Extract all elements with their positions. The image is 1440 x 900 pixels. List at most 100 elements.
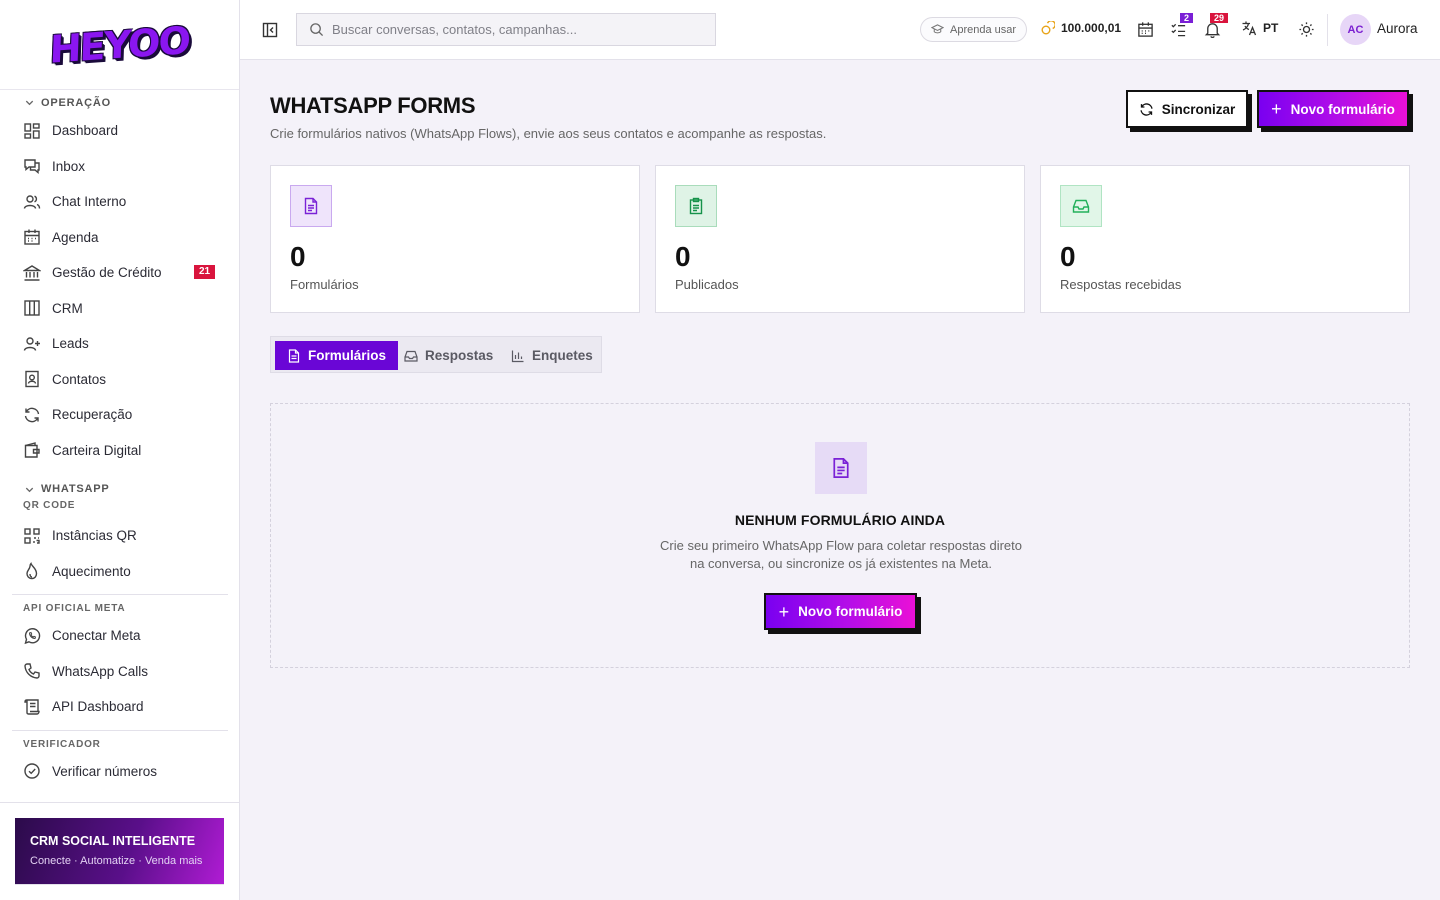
sidebar-item-leads[interactable]: Leads bbox=[0, 326, 240, 362]
section-title: OPERAÇÃO bbox=[41, 96, 111, 109]
coin-balance[interactable]: 100.000,01 bbox=[1041, 21, 1121, 35]
page-title: WHATSAPP FORMS bbox=[270, 93, 476, 118]
avatar[interactable]: AC bbox=[1340, 14, 1371, 45]
logo-area[interactable]: HEYOO bbox=[0, 0, 239, 90]
new-form-label: Novo formulário bbox=[798, 604, 903, 619]
stat-label: Respostas recebidas bbox=[1060, 277, 1182, 292]
document-icon bbox=[833, 457, 849, 479]
plus-icon: + bbox=[1271, 99, 1282, 119]
section-whatsapp[interactable]: WHATSAPP bbox=[0, 478, 240, 500]
sidebar-item-contatos[interactable]: Contatos bbox=[0, 362, 240, 398]
calendar-icon bbox=[24, 229, 40, 245]
sidebar-item-label: Instâncias QR bbox=[52, 528, 137, 544]
language-label: PT bbox=[1263, 21, 1279, 35]
tab-formularios[interactable]: Formulários bbox=[275, 341, 399, 370]
translate-icon bbox=[1242, 21, 1257, 36]
sidebar-item-label: Inbox bbox=[52, 158, 86, 174]
stat-card-responses: 0 Respostas recebidas bbox=[1040, 165, 1410, 313]
empty-state-icon-box bbox=[815, 442, 867, 494]
stat-card-published: 0 Publicados bbox=[655, 165, 1025, 313]
section-title: WHATSAPP bbox=[41, 483, 110, 495]
inbox-tray-icon bbox=[1072, 199, 1090, 213]
group-title-qr-code: QR CODE bbox=[23, 500, 76, 511]
notifications-count-badge: 29 bbox=[1210, 13, 1229, 23]
tab-enquetes[interactable]: Enquetes bbox=[511, 341, 593, 370]
global-search[interactable] bbox=[296, 13, 716, 46]
sidebar-item-aquecimento[interactable]: Aquecimento bbox=[0, 554, 240, 590]
sync-button[interactable]: Sincronizar bbox=[1126, 90, 1248, 128]
sidebar-collapse-icon[interactable] bbox=[262, 22, 278, 38]
tab-label: Formulários bbox=[308, 348, 387, 363]
sidebar-item-crm[interactable]: CRM bbox=[0, 291, 240, 327]
wallet-icon bbox=[24, 442, 40, 458]
bar-chart-icon bbox=[511, 350, 524, 362]
sidebar-item-label: Recuperação bbox=[52, 407, 133, 423]
search-input[interactable] bbox=[332, 22, 692, 37]
sidebar-item-whatsapp-calls[interactable]: WhatsApp Calls bbox=[0, 654, 240, 690]
sidebar-item-chat-interno[interactable]: Chat Interno bbox=[0, 184, 240, 220]
bell-icon[interactable] bbox=[1204, 21, 1221, 38]
group-title-api-oficial-meta: API OFICIAL META bbox=[23, 603, 126, 614]
tasks-icon[interactable] bbox=[1170, 21, 1187, 38]
sidebar-item-label: Agenda bbox=[52, 229, 99, 245]
sidebar-item-instancias-qr[interactable]: Instâncias QR bbox=[0, 518, 240, 554]
document-icon bbox=[288, 348, 300, 363]
graduation-cap-icon bbox=[931, 24, 944, 34]
chevron-down-icon bbox=[25, 487, 34, 492]
tab-label: Respostas bbox=[425, 348, 494, 363]
sidebar-item-verificar-numeros[interactable]: Verificar números bbox=[0, 754, 240, 790]
sidebar-item-gestao-credito[interactable]: Gestão de Crédito 21 bbox=[0, 255, 240, 291]
chevron-down-icon bbox=[25, 100, 34, 106]
sidebar-item-agenda[interactable]: Agenda bbox=[0, 220, 240, 256]
stat-card-forms: 0 Formulários bbox=[270, 165, 640, 313]
plus-icon: + bbox=[778, 601, 790, 622]
coins-icon bbox=[1041, 21, 1055, 35]
dashboard-icon bbox=[24, 123, 40, 139]
promo-banner[interactable]: CRM SOCIAL INTELIGENTE Conecte · Automat… bbox=[15, 818, 224, 885]
brand-logo[interactable]: HEYOO bbox=[49, 18, 190, 72]
new-form-button[interactable]: + Novo formulário bbox=[1257, 90, 1409, 128]
inbox-icon bbox=[24, 159, 40, 175]
sidebar-item-recuperacao[interactable]: Recuperação bbox=[0, 397, 240, 433]
sidebar-item-label: Chat Interno bbox=[52, 194, 127, 210]
section-operacao[interactable]: OPERAÇÃO bbox=[0, 92, 240, 113]
sidebar-item-label: Gestão de Crédito bbox=[52, 265, 162, 281]
sidebar-item-carteira-digital[interactable]: Carteira Digital bbox=[0, 433, 240, 469]
empty-state-new-form-button[interactable]: + Novo formulário bbox=[764, 593, 917, 630]
promo-title: CRM SOCIAL INTELIGENTE bbox=[30, 834, 196, 848]
username[interactable]: Aurora bbox=[1377, 21, 1418, 36]
sidebar-item-label: Aquecimento bbox=[52, 563, 131, 579]
users-icon bbox=[23, 195, 41, 209]
topbar-divider bbox=[1327, 14, 1328, 46]
inbox-tray-icon bbox=[404, 350, 418, 362]
learn-label: Aprenda usar bbox=[950, 23, 1017, 36]
sidebar-item-dashboard[interactable]: Dashboard bbox=[0, 113, 240, 149]
sidebar-item-label: WhatsApp Calls bbox=[52, 663, 149, 679]
document-icon bbox=[304, 197, 318, 215]
clipboard-icon bbox=[689, 197, 703, 215]
calendar-icon[interactable] bbox=[1137, 21, 1154, 38]
stat-icon-box bbox=[675, 185, 717, 227]
empty-state-description: Crie seu primeiro WhatsApp Flow para col… bbox=[660, 538, 1022, 571]
sidebar: HEYOO OPERAÇÃO Dashboard Inbox Chat Inte… bbox=[0, 0, 240, 900]
tab-respostas[interactable]: Respostas bbox=[404, 341, 493, 370]
sidebar-item-inbox[interactable]: Inbox bbox=[0, 149, 240, 185]
empty-state-title: NENHUM FORMULÁRIO AINDA bbox=[734, 512, 946, 528]
learn-button[interactable]: Aprenda usar bbox=[920, 17, 1028, 42]
sidebar-item-conectar-meta[interactable]: Conectar Meta bbox=[0, 618, 240, 654]
bank-icon bbox=[23, 264, 41, 281]
refresh-icon bbox=[24, 407, 40, 423]
stat-label: Publicados bbox=[675, 277, 739, 292]
user-plus-icon bbox=[23, 337, 40, 351]
flame-icon bbox=[26, 562, 38, 580]
group-title-verificador: VERIFICADOR bbox=[23, 738, 101, 750]
stat-value: 0 bbox=[675, 241, 691, 272]
sidebar-item-label: Dashboard bbox=[52, 123, 119, 139]
tab-label: Enquetes bbox=[532, 348, 593, 363]
theme-toggle-sun-icon[interactable] bbox=[1298, 21, 1315, 38]
sidebar-item-api-dashboard[interactable]: API Dashboard bbox=[0, 689, 240, 725]
refresh-icon bbox=[1140, 102, 1153, 116]
stat-value: 0 bbox=[290, 241, 306, 272]
language-selector[interactable]: PT bbox=[1241, 20, 1278, 36]
stat-label: Formulários bbox=[290, 277, 359, 292]
